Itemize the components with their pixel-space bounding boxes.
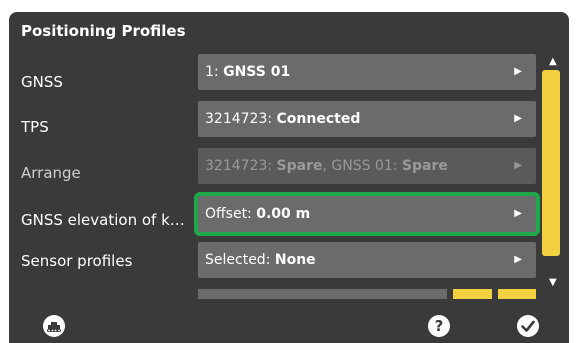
next-row-field[interactable] bbox=[198, 289, 447, 299]
bottom-toolbar bbox=[9, 300, 569, 343]
scroll-down-icon[interactable]: ▼ bbox=[549, 277, 557, 288]
tps-label: TPS bbox=[21, 118, 49, 136]
checkmark-icon[interactable] bbox=[516, 314, 540, 338]
next-row-action-b[interactable] bbox=[498, 289, 536, 299]
tps-prefix: 3214723: bbox=[205, 111, 277, 127]
chevron-right-icon: ▶ bbox=[514, 160, 522, 171]
gnss-elevation-value: 0.00 m bbox=[256, 206, 311, 222]
arrange-label: Arrange bbox=[21, 164, 81, 182]
gnss-elevation-selector[interactable]: Offset: 0.00 m ▶ bbox=[194, 192, 540, 236]
gnss-elevation-label: GNSS elevation of kn… bbox=[21, 211, 191, 229]
arrange-selector: 3214723: Spare, GNSS 01: Spare ▶ bbox=[198, 148, 536, 184]
sensor-profiles-value: None bbox=[274, 252, 316, 268]
chevron-right-icon: ▶ bbox=[514, 113, 522, 124]
chevron-right-icon: ▶ bbox=[514, 208, 522, 219]
next-row-action-a[interactable] bbox=[453, 289, 492, 299]
positioning-profiles-panel: Positioning Profiles GNSS 1: GNSS 01 ▶ T… bbox=[9, 12, 569, 343]
arrange-value2: Spare bbox=[401, 158, 448, 174]
gnss-elevation-prefix: Offset: bbox=[205, 206, 257, 222]
chevron-right-icon: ▶ bbox=[514, 254, 522, 265]
gnss-label: GNSS bbox=[21, 73, 63, 91]
tps-selector[interactable]: 3214723: Connected ▶ bbox=[198, 101, 536, 137]
svg-text:?: ? bbox=[435, 317, 444, 335]
help-icon[interactable]: ? bbox=[427, 314, 451, 338]
sensor-profiles-label: Sensor profiles bbox=[21, 252, 133, 270]
arrange-value: Spare bbox=[276, 158, 323, 174]
excavator-icon[interactable] bbox=[42, 314, 66, 338]
panel-title: Positioning Profiles bbox=[21, 22, 186, 40]
gnss-value: GNSS 01 bbox=[223, 64, 291, 80]
arrange-prefix: 3214723: bbox=[205, 158, 277, 174]
scroll-up-icon[interactable]: ▲ bbox=[549, 56, 557, 67]
scrollbar-thumb[interactable] bbox=[542, 70, 560, 256]
gnss-prefix: 1: bbox=[205, 64, 224, 80]
tps-value: Connected bbox=[276, 111, 361, 127]
gnss-selector[interactable]: 1: GNSS 01 ▶ bbox=[198, 54, 536, 90]
sensor-profiles-selector[interactable]: Selected: None ▶ bbox=[198, 242, 536, 278]
chevron-right-icon: ▶ bbox=[514, 66, 522, 77]
arrange-suffix: , GNSS 01: bbox=[322, 158, 402, 174]
sensor-profiles-prefix: Selected: bbox=[205, 252, 275, 268]
